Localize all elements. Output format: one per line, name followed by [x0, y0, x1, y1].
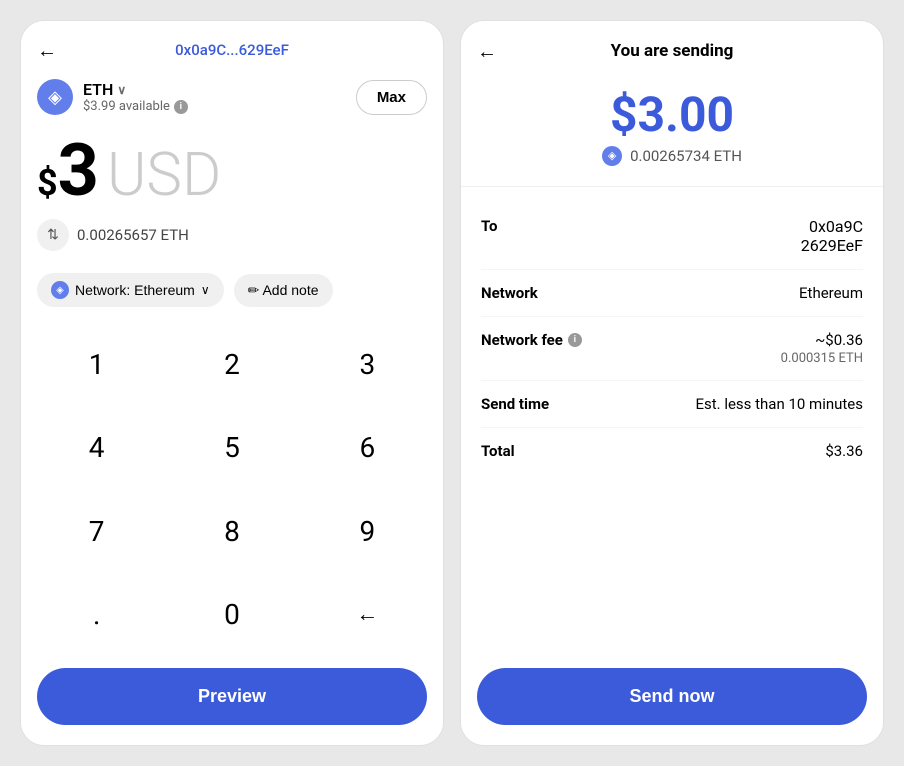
- key-5[interactable]: 5: [164, 406, 299, 489]
- network-row: Network Ethereum: [481, 270, 863, 317]
- network-detail-label: Network: [481, 284, 538, 302]
- right-header: ← You are sending: [461, 21, 883, 73]
- fee-eth: 0.000315 ETH: [781, 351, 863, 366]
- send-eth-row: ◈ 0.00265734 ETH: [602, 146, 742, 166]
- send-eth-amount: 0.00265734 ETH: [630, 147, 742, 165]
- key-9[interactable]: 9: [300, 490, 435, 573]
- network-row: ◈ Network: Ethereum ∨ ✏ Add note: [21, 263, 443, 323]
- wallet-address: 0x0a9C...629EeF: [175, 41, 289, 59]
- token-chevron-icon: ∨: [117, 83, 126, 97]
- key-3[interactable]: 3: [300, 323, 435, 406]
- eth-equivalent-text: 0.00265657 ETH: [77, 226, 189, 244]
- backspace-key[interactable]: ←: [300, 573, 435, 656]
- send-now-button[interactable]: Send now: [477, 668, 867, 725]
- dollar-sign: $: [37, 162, 58, 204]
- token-row: ◈ ETH ∨ $3.99 available i Max: [21, 71, 443, 127]
- key-0[interactable]: 0: [164, 573, 299, 656]
- preview-btn-container: Preview: [21, 656, 443, 745]
- eth-equivalent-row: ⇅ 0.00265657 ETH: [21, 211, 443, 263]
- send-btn-container: Send now: [461, 656, 883, 745]
- network-selector-button[interactable]: ◈ Network: Ethereum ∨: [37, 273, 224, 307]
- network-label: Network: Ethereum: [75, 282, 195, 298]
- swap-icon[interactable]: ⇅: [37, 219, 69, 251]
- network-chevron-icon: ∨: [201, 283, 210, 297]
- balance-info-icon[interactable]: i: [174, 100, 188, 114]
- add-note-label: ✏ Add note: [248, 282, 319, 299]
- right-back-button[interactable]: ←: [477, 39, 497, 64]
- send-time-row: Send time Est. less than 10 minutes: [481, 381, 863, 428]
- send-eth-icon: ◈: [602, 146, 622, 166]
- preview-button[interactable]: Preview: [37, 668, 427, 725]
- to-row: To 0x0a9C 2629EeF: [481, 203, 863, 270]
- fee-info-icon[interactable]: i: [568, 333, 582, 347]
- token-details: ETH ∨ $3.99 available i: [83, 80, 188, 114]
- fee-value-block: ~$0.36 0.000315 ETH: [781, 331, 863, 366]
- key-7[interactable]: 7: [29, 490, 164, 573]
- key-4[interactable]: 4: [29, 406, 164, 489]
- max-button[interactable]: Max: [356, 80, 427, 115]
- key-6[interactable]: 6: [300, 406, 435, 489]
- to-address-line2: 2629EeF: [801, 236, 863, 255]
- key-8[interactable]: 8: [164, 490, 299, 573]
- send-amount-section: $3.00 ◈ 0.00265734 ETH: [461, 73, 883, 187]
- right-panel-title: You are sending: [611, 41, 734, 61]
- token-selector[interactable]: ETH ∨: [83, 80, 188, 99]
- add-note-button[interactable]: ✏ Add note: [234, 274, 333, 307]
- to-address-line1: 0x0a9C: [801, 217, 863, 236]
- amount-display: $ 3 USD: [21, 127, 443, 211]
- to-address: 0x0a9C 2629EeF: [801, 217, 863, 255]
- key-dot[interactable]: .: [29, 573, 164, 656]
- transaction-details: To 0x0a9C 2629EeF Network Ethereum Netwo…: [461, 187, 883, 656]
- total-row: Total $3.36: [481, 428, 863, 474]
- key-2[interactable]: 2: [164, 323, 299, 406]
- key-1[interactable]: 1: [29, 323, 164, 406]
- eth-logo-icon: ◈: [37, 79, 73, 115]
- send-time-label: Send time: [481, 395, 549, 413]
- left-back-button[interactable]: ←: [37, 38, 57, 63]
- keypad: 1 2 3 4 5 6 7 8 9 . 0 ←: [21, 323, 443, 656]
- fee-usd: ~$0.36: [781, 331, 863, 349]
- fee-row: Network fee i ~$0.36 0.000315 ETH: [481, 317, 863, 381]
- fee-label: Network fee i: [481, 331, 582, 349]
- fee-label-text: Network fee: [481, 331, 563, 349]
- left-header: ← 0x0a9C...629EeF: [21, 21, 443, 71]
- total-label: Total: [481, 442, 515, 460]
- network-detail-value: Ethereum: [799, 284, 863, 302]
- token-info: ◈ ETH ∨ $3.99 available i: [37, 79, 188, 115]
- balance-text: $3.99 available: [83, 99, 170, 114]
- to-label: To: [481, 217, 498, 235]
- amount-number: 3: [58, 135, 99, 207]
- send-amount-usd: $3.00: [610, 89, 734, 142]
- token-balance: $3.99 available i: [83, 99, 188, 114]
- send-time-value: Est. less than 10 minutes: [695, 395, 863, 413]
- currency-label: USD: [107, 145, 221, 205]
- total-value: $3.36: [825, 442, 863, 460]
- network-eth-icon: ◈: [51, 281, 69, 299]
- token-name-label: ETH: [83, 80, 113, 99]
